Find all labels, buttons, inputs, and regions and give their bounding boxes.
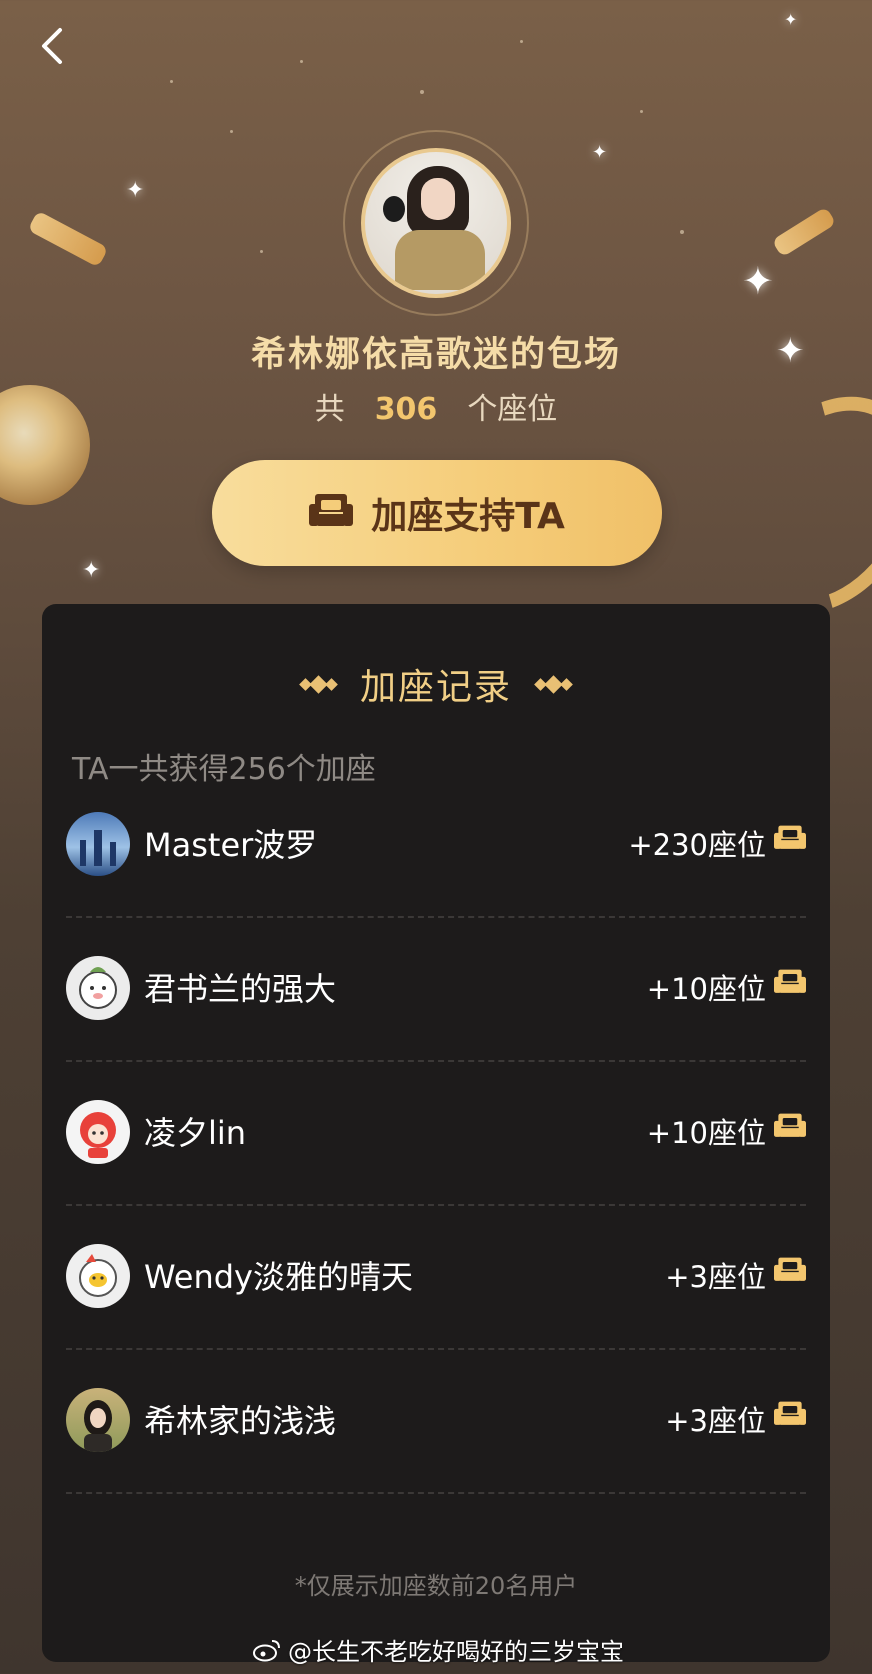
watermark-text: @长生不老吃好喝好的三岁宝宝 [288,1638,624,1666]
dust-particle [520,40,523,43]
sparkle-icon: ✦ [592,142,608,163]
seat-count-suffix: 个座位 [467,392,558,427]
avatar[interactable] [66,1244,130,1308]
list-item[interactable]: Wendy淡雅的晴天 +3座位 [66,1206,806,1350]
dust-particle [260,250,263,253]
user-name: 君书兰的强大 [144,970,337,1008]
seat-amount: +3座位 [665,1404,766,1438]
host-avatar-ring [343,130,529,316]
user-name: 凌夕lin [144,1114,247,1152]
back-button[interactable] [34,24,70,68]
sparkle-icon: ✦ [126,178,145,203]
dust-particle [640,110,643,113]
seat-count-number: 306 [374,392,438,427]
host-avatar[interactable] [361,148,511,298]
user-name: Wendy淡雅的晴天 [144,1258,413,1296]
seat-count-prefix: 共 [314,392,345,427]
watermark: @长生不老吃好喝好的三岁宝宝 [252,1632,624,1667]
seat-count-line: 共 306 个座位 [0,384,872,428]
records-footnote: *仅展示加座数前20名用户 [294,1572,578,1600]
weibo-icon [253,1639,280,1661]
user-name: 希林家的浅浅 [144,1402,337,1440]
sofa-icon [774,1256,806,1288]
sofa-icon [774,968,806,1000]
diamond-ornament-icon [299,674,338,694]
dust-particle [300,60,303,63]
avatar[interactable] [66,1388,130,1452]
dust-particle [230,130,233,133]
add-seat-support-button[interactable]: 加座支持TA [212,460,662,566]
list-item[interactable]: Master波罗 +230座位 [66,774,806,918]
user-name: Master波罗 [144,826,318,864]
records-header: 加座记录 [42,658,830,710]
sofa-icon [774,824,806,856]
sofa-icon [774,1112,806,1144]
list-item[interactable]: 凌夕lin +10座位 [66,1062,806,1206]
avatar[interactable] [66,956,130,1020]
dust-particle [420,90,424,94]
list-item[interactable]: 君书兰的强大 +10座位 [66,918,806,1062]
avatar[interactable] [66,812,130,876]
avatar[interactable] [66,1100,130,1164]
sparkle-icon: ✦ [82,558,101,583]
diamond-ornament-icon [534,674,573,694]
add-seat-support-label: 加座支持TA [371,496,565,537]
list-item[interactable]: 希林家的浅浅 +3座位 [66,1350,806,1494]
seat-amount: +10座位 [646,1116,766,1150]
page-title: 希林娜依高歌迷的包场 [250,335,621,375]
sparkle-icon: ✦ [742,259,774,303]
dust-particle [170,80,173,83]
dust-particle [680,230,684,234]
chevron-left-icon [42,28,62,64]
records-title: 加座记录 [359,667,512,708]
sofa-icon [309,492,354,534]
seat-amount: +3座位 [665,1260,766,1294]
seat-amount: +10座位 [646,972,766,1006]
seat-records-panel: 加座记录 TA一共获得256个加座 Master波罗 +230座位 君书兰的强大… [42,604,830,1662]
sparkle-icon: ✦ [784,10,798,29]
sofa-icon [774,1400,806,1432]
ribbon-decoration-right [771,206,837,258]
ribbon-decoration-left [27,210,109,268]
seat-amount: +230座位 [628,828,766,862]
